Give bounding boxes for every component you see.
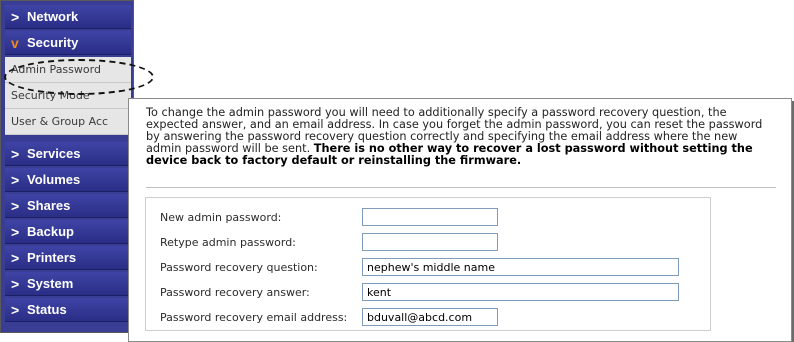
chevron-right-icon: > [11,249,20,266]
chevron-right-icon: > [11,275,20,292]
nav-system[interactable]: > System [5,272,131,296]
chevron-right-icon: > [11,8,20,25]
nav-sub-label: Security Mode [11,89,90,102]
nav-label: Volumes [27,172,81,187]
chevron-down-icon: v [11,34,19,51]
row-retype-password: Retype admin password: [160,232,360,252]
chevron-right-icon: > [11,301,20,318]
divider [146,187,776,188]
admin-password-panel: To change the admin password you will ne… [128,98,792,342]
nav-label: Services [27,146,81,161]
row-recovery-answer: Password recovery answer: [160,282,360,302]
new-password-input[interactable] [362,208,498,226]
password-form: New admin password: Retype admin passwor… [145,197,711,331]
new-password-label: New admin password: [160,210,282,224]
recovery-email-label: Password recovery email address: [160,310,348,324]
chevron-right-icon: > [11,145,20,162]
nav-network[interactable]: > Network [5,5,131,29]
nav-label: Printers [27,250,77,265]
nav-label: Status [27,302,67,317]
nav-label: Shares [27,198,71,213]
nav-sub-user-group[interactable]: User & Group Acc [5,109,131,135]
nav-label: Backup [27,224,74,239]
retype-password-label: Retype admin password: [160,235,296,249]
nav-sub-security-mode[interactable]: Security Mode [5,83,131,109]
nav-volumes[interactable]: > Volumes [5,168,131,192]
chevron-right-icon: > [11,223,20,240]
nav-services[interactable]: > Services [5,142,131,166]
retype-password-input[interactable] [362,233,498,251]
nav-security[interactable]: v Security [5,31,131,55]
recovery-answer-input[interactable] [362,283,679,301]
recovery-question-input[interactable] [362,258,679,276]
row-new-password: New admin password: [160,207,360,227]
nav-backup[interactable]: > Backup [5,220,131,244]
nav-sub-label: Admin Password [11,63,101,76]
recovery-question-label: Password recovery question: [160,260,318,274]
row-recovery-question: Password recovery question: [160,257,360,277]
chevron-right-icon: > [11,171,20,188]
nav-label: System [27,276,74,291]
nav-label: Network [27,9,79,24]
sidebar-nav: > Network v Security Admin Password Secu… [0,0,134,333]
nav-sub-label: User & Group Acc [11,115,109,128]
nav-status[interactable]: > Status [5,298,131,322]
recovery-answer-label: Password recovery answer: [160,285,310,299]
nav-sub-admin-password[interactable]: Admin Password [5,57,131,83]
nav-shares[interactable]: > Shares [5,194,131,218]
chevron-right-icon: > [11,197,20,214]
recovery-email-input[interactable] [362,308,498,326]
nav-printers[interactable]: > Printers [5,246,131,270]
row-recovery-email: Password recovery email address: [160,307,360,327]
intro-paragraph: To change the admin password you will ne… [146,107,776,167]
nav-label: Security [27,35,79,50]
